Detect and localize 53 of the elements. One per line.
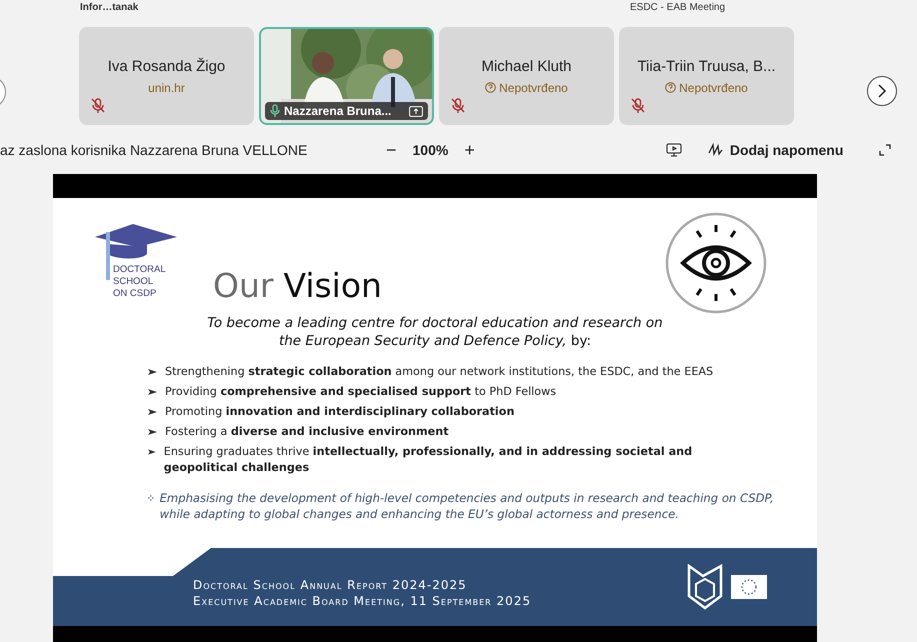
emphasis-text: Emphasising the development of high-level competencies and outputs in research and teaching on CSDP, while adapting to global changes and enhancing the EU’s global actorness and presence. — [160, 490, 775, 522]
logo-text: DOCTORAL — [112, 264, 166, 276]
bullet-text: Fostering a diverse and inclusive environment — [165, 424, 449, 440]
participant-tile[interactable]: Iva Rosanda Žigo unin.hr — [79, 27, 254, 125]
shield-logo-icon — [687, 564, 723, 610]
bullet-text: Ensuring graduates thrive intellectually, professionally, and in addressing societal and geopolitical challenges — [164, 444, 694, 476]
question-icon — [485, 82, 496, 93]
next-button[interactable] — [867, 76, 897, 106]
participant-name: Nazzarena Bruna... — [284, 104, 392, 118]
footer-text: Doctoral School Annual Report 2024-2025 — [193, 578, 468, 592]
app-label: Infor…tanak — [80, 2, 140, 12]
bullet-text: Promoting innovation and interdisciplinary collaboration — [165, 404, 514, 420]
arrow-bullet-icon — [148, 448, 156, 456]
microphone-icon — [270, 104, 280, 118]
arrow-bullet-icon — [148, 368, 157, 376]
annotate-button[interactable]: Dodaj napomenu — [702, 141, 850, 159]
participant-video-tile[interactable]: Nazzarena Bruna... — [259, 27, 434, 125]
participant-name: Michael Kluth — [481, 58, 572, 74]
fullscreen-icon[interactable] — [879, 144, 892, 156]
bullet-text: Providing comprehensive and specialised support to PhD Fellows — [165, 384, 556, 400]
arrow-bullet-icon — [148, 408, 157, 416]
share-label: az zaslona korisnika Nazzarena Bruna VELLONE — [0, 142, 308, 158]
zoom-level: 100% — [412, 142, 448, 158]
muted-mic-icon — [451, 98, 465, 114]
participant-status: unin.hr — [148, 80, 185, 94]
arrow-bullet-icon — [148, 428, 157, 436]
participant-name: Tiia-Triin Truusa, B... — [637, 58, 776, 74]
logo-text: SCHOOL — [112, 276, 154, 288]
eye-icon — [665, 212, 767, 314]
muted-mic-icon — [631, 98, 645, 114]
logo-text: ON CSDP — [112, 288, 156, 300]
monitor-icon[interactable] — [666, 143, 682, 157]
pen-scribble-icon — [708, 143, 724, 157]
question-icon — [665, 82, 676, 93]
participant-tile[interactable]: Michael Kluth Nepotvrđeno — [439, 27, 614, 125]
zoom-out-button[interactable]: − — [380, 140, 403, 160]
footer-text: Executive Academic Board Meeting, 11 September 2025 — [193, 594, 532, 608]
chevron-right-icon — [877, 84, 887, 98]
participant-tile[interactable]: Tiia-Triin Truusa, B... Nepotvrđeno — [619, 27, 794, 125]
participant-status: Nepotvrđeno — [665, 80, 748, 94]
screen-share-icon — [409, 106, 423, 116]
flag-icon — [731, 575, 767, 599]
window-title: ESDC - EAB Meeting — [630, 2, 726, 12]
slide-title: Our — [213, 266, 274, 304]
zoom-in-button[interactable]: + — [458, 140, 481, 160]
arrow-bullet-icon — [148, 388, 157, 396]
diamond-bullet-icon — [148, 493, 154, 503]
vision-statement: To become a leading centre for doctoral education and research on the European Security and Defence Policy, by: — [206, 314, 664, 350]
slide-title: Vision — [283, 266, 382, 304]
participant-name: Iva Rosanda Žigo — [108, 58, 226, 74]
bullet-text: Strengthening strategic collaboration among our network institutions, the ESDC, and the EEAS — [165, 364, 714, 380]
muted-mic-icon — [91, 98, 105, 114]
participant-status: Nepotvrđeno — [485, 80, 568, 94]
